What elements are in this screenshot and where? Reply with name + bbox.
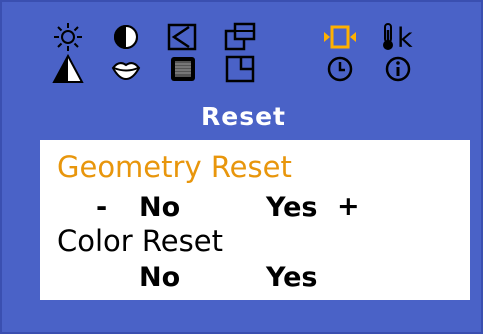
color-temperature-label: k xyxy=(397,23,413,54)
color-reset-yes-button[interactable]: Yes xyxy=(266,264,317,291)
geometry-reset-minus[interactable]: - xyxy=(96,194,107,221)
osd-menu: k Reset Geometry Reset - No Yes + Color … xyxy=(0,0,483,334)
geometry-reset-yes-button[interactable]: Yes xyxy=(266,194,317,221)
position-icon[interactable] xyxy=(162,20,202,54)
information-icon[interactable] xyxy=(378,52,418,86)
sharpness-icon[interactable] xyxy=(48,52,88,86)
geometry-reset-no-button[interactable]: No xyxy=(139,194,180,221)
reset-icon[interactable] xyxy=(320,20,360,54)
geometry-reset-label[interactable]: Geometry Reset xyxy=(57,153,292,182)
hue-icon[interactable] xyxy=(106,52,146,86)
timer-icon[interactable] xyxy=(320,52,360,86)
size-icon[interactable] xyxy=(220,20,260,54)
reset-panel: Geometry Reset - No Yes + Color Reset No… xyxy=(40,140,470,300)
color-reset-label[interactable]: Color Reset xyxy=(57,227,223,256)
section-title: Reset xyxy=(201,102,286,131)
geometry-reset-plus[interactable]: + xyxy=(337,193,360,220)
brightness-icon[interactable] xyxy=(48,20,88,54)
contrast-icon[interactable] xyxy=(106,20,146,54)
window-icon[interactable] xyxy=(220,52,260,86)
color-temperature-icon[interactable]: k xyxy=(378,20,418,54)
clock-phase-icon[interactable] xyxy=(162,52,202,86)
color-reset-no-button[interactable]: No xyxy=(139,264,180,291)
